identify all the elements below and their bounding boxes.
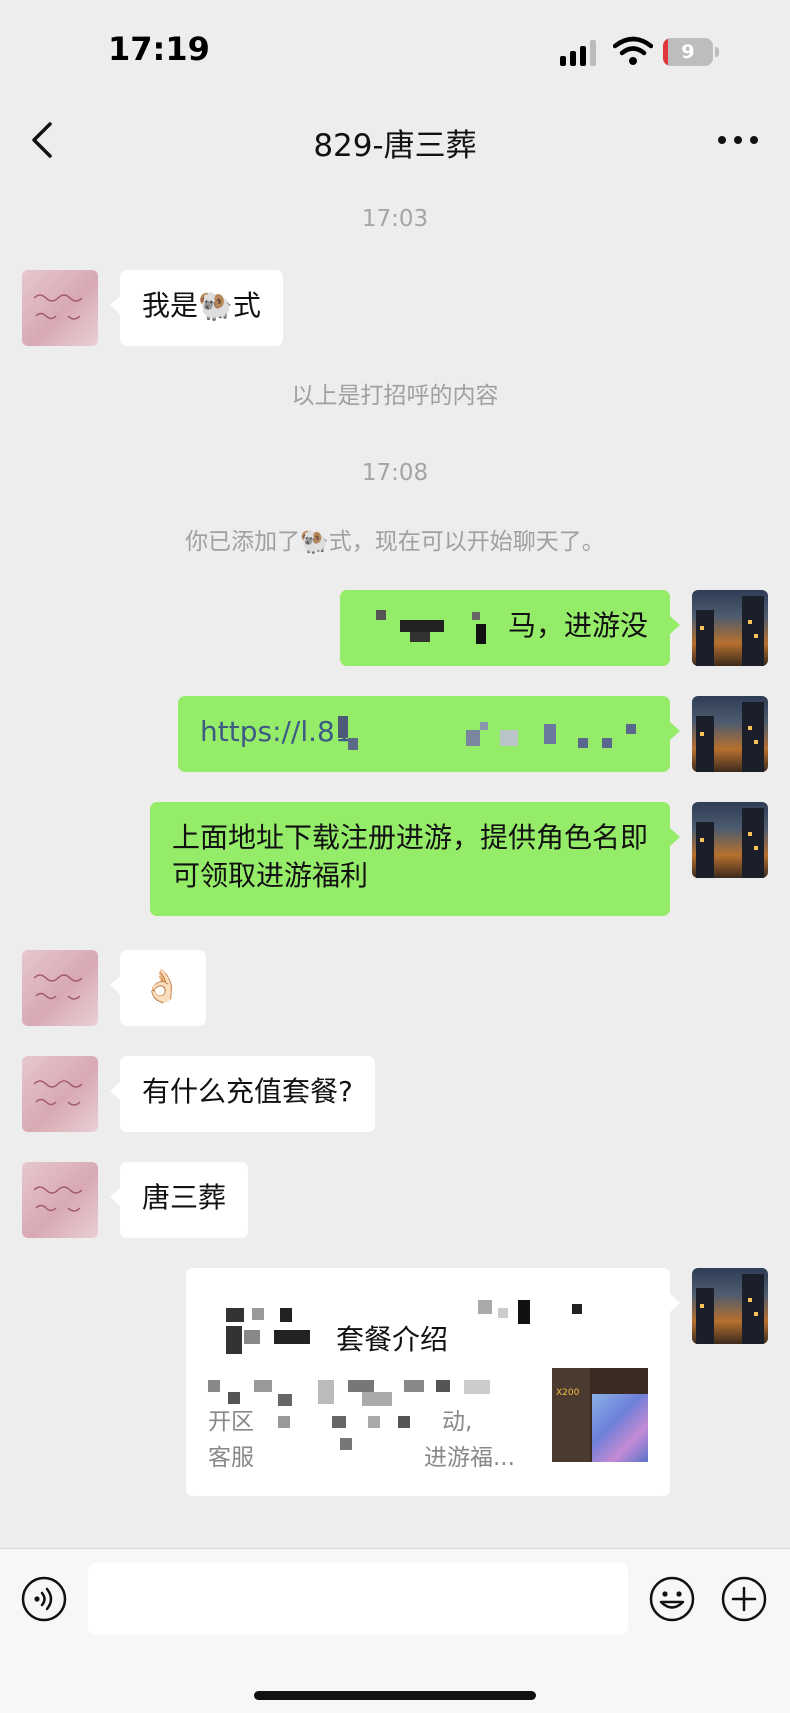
card-desc-line1-end: 动, — [442, 1409, 473, 1435]
message-bubble-outgoing[interactable]: 马，进游没 — [340, 590, 680, 666]
card-title: 套餐介绍 — [336, 1323, 449, 1356]
card-desc-line1-start: 开区 — [208, 1409, 254, 1435]
more-dots-icon[interactable] — [710, 116, 766, 164]
my-avatar[interactable] — [692, 696, 768, 772]
contact-avatar[interactable] — [22, 950, 98, 1026]
link-card[interactable]: 套餐介绍 开区 动, 客服 进游福... X200 — [186, 1268, 680, 1496]
message-text: 唐三葬 — [142, 1181, 227, 1214]
my-avatar[interactable] — [692, 802, 768, 878]
chat-input-bar — [0, 1548, 790, 1713]
battery-indicator: 9 — [663, 38, 719, 66]
message-emoji: 👌🏻 — [142, 967, 182, 1005]
my-avatar[interactable] — [692, 590, 768, 666]
cellular-signal-icon — [560, 40, 598, 66]
card-desc-line2-start: 客服 — [208, 1445, 254, 1471]
censored-mosaic — [338, 716, 648, 756]
system-note: 以上是打招呼的内容 — [291, 383, 499, 409]
card-desc-line2-end: 进游福... — [424, 1445, 515, 1471]
battery-level: 9 — [681, 41, 695, 63]
message-bubble-outgoing[interactable]: https://l.81 — [178, 696, 680, 772]
chat-header: 829-唐三葬 — [0, 100, 790, 180]
timestamp: 17:08 — [361, 460, 429, 486]
timestamp: 17:03 — [361, 206, 429, 232]
message-text: 上面地址下载注册进游，提供角色名即可领取进游福利 — [172, 821, 649, 892]
contact-avatar[interactable] — [22, 1162, 98, 1238]
contact-avatar[interactable] — [22, 270, 98, 346]
message-bubble-outgoing[interactable]: 上面地址下载注册进游，提供角色名即可领取进游福利 — [150, 802, 680, 916]
thumb-label: X200 — [556, 1388, 580, 1398]
voice-input-icon[interactable] — [20, 1575, 68, 1623]
message-link[interactable]: https://l.81 — [200, 715, 353, 748]
censored-mosaic — [226, 1326, 326, 1362]
wifi-icon — [613, 36, 653, 65]
message-bubble-incoming[interactable]: 👌🏻 — [110, 950, 206, 1026]
message-bubble-incoming[interactable]: 有什么充值套餐? — [110, 1056, 375, 1132]
status-bar: 17:19 9 — [0, 0, 790, 100]
message-text: 我是🐏式 — [142, 289, 261, 322]
message-text: 马，进游没 — [507, 609, 648, 642]
chat-title: 829-唐三葬 — [313, 128, 477, 164]
message-bubble-incoming[interactable]: 唐三葬 — [109, 1162, 249, 1238]
card-thumbnail: X200 — [552, 1368, 648, 1462]
contact-avatar[interactable] — [22, 1056, 98, 1132]
message-text: 有什么充值套餐? — [142, 1075, 353, 1108]
system-note: 你已添加了🐏式，现在可以开始聊天了。 — [185, 529, 605, 555]
message-input[interactable] — [88, 1563, 628, 1635]
emoji-icon[interactable] — [648, 1575, 696, 1623]
my-avatar[interactable] — [692, 1268, 768, 1344]
censored-mosaic — [376, 610, 496, 648]
status-time: 17:19 — [108, 30, 210, 68]
message-bubble-incoming[interactable]: 我是🐏式 — [110, 270, 283, 346]
home-indicator — [254, 1691, 536, 1700]
plus-icon[interactable] — [720, 1575, 768, 1623]
